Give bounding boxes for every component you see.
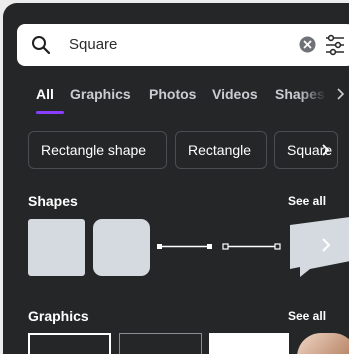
graphic-outline-square[interactable] [28,333,111,354]
search-bar[interactable]: Square [17,24,349,66]
tab-photos[interactable]: Photos [149,83,196,105]
category-tabs: All Graphics Photos Videos Shapes [3,83,349,119]
tab-graphics[interactable]: Graphics [70,83,131,105]
graphics-section-title: Graphics [28,308,89,324]
graphic-thin-square[interactable] [119,333,202,354]
chip-rectangle-shape[interactable]: Rectangle shape [28,131,167,169]
active-tab-indicator [36,111,64,114]
suggestion-chips: Rectangle shape Rectangle Square [3,131,349,171]
filter-sliders-icon[interactable] [325,34,345,56]
chevron-right-icon[interactable] [336,87,346,101]
shapes-section-title: Shapes [28,193,78,209]
chevron-right-icon[interactable] [321,143,331,157]
graphics-see-all-link[interactable]: See all [288,309,326,323]
search-icon [32,36,51,55]
chevron-right-icon[interactable] [320,237,332,253]
chip-rectangle[interactable]: Rectangle [175,131,267,169]
clear-icon[interactable] [299,36,316,53]
search-panel: Square All Graphics Photos Videos Shapes… [3,3,349,354]
square-shape[interactable] [28,219,85,276]
graphic-white-square[interactable] [209,333,289,354]
tab-videos[interactable]: Videos [212,83,258,105]
connector-lines-shape[interactable] [157,239,282,255]
tab-all[interactable]: All [36,83,54,105]
rounded-square-shape[interactable] [93,219,150,276]
search-input[interactable]: Square [69,24,117,66]
shapes-see-all-link[interactable]: See all [288,194,326,208]
graphic-gradient-shape[interactable] [297,333,349,354]
callout-shape[interactable] [286,215,349,279]
